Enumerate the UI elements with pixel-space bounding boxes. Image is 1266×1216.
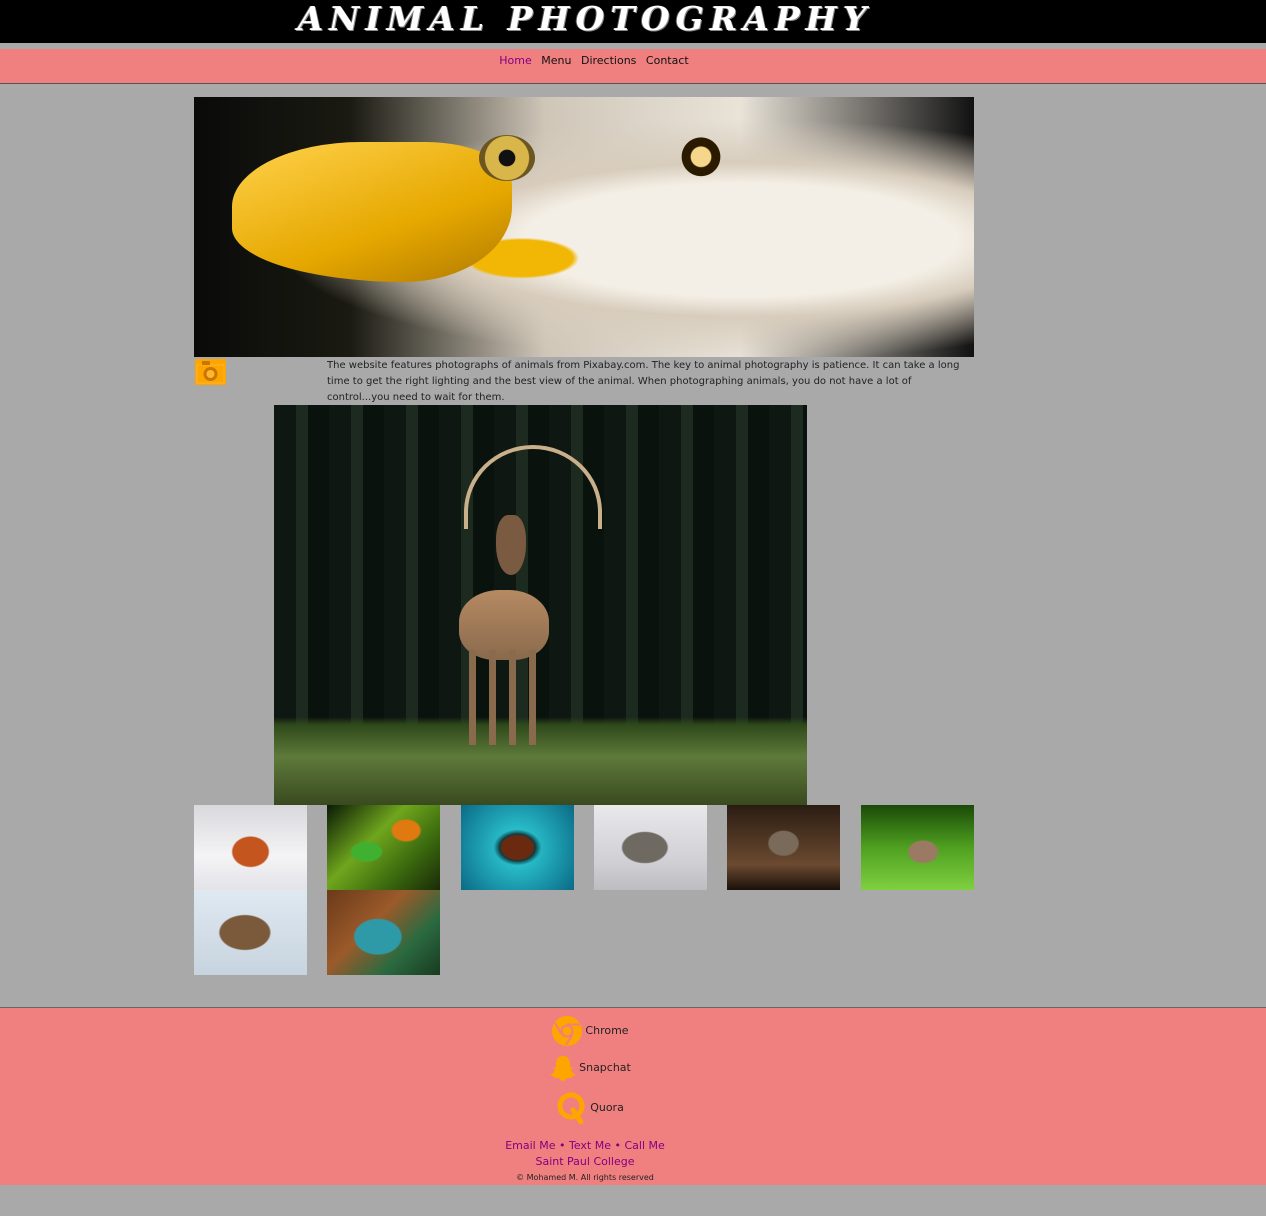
college-link[interactable]: Saint Paul College xyxy=(0,1155,1170,1168)
quora-icon xyxy=(557,1092,585,1124)
site-title: ANIMAL PHOTOGRAPHY xyxy=(297,0,873,38)
copyright-text: © Mohamed M. All rights reserved xyxy=(516,1173,654,1182)
thumbnail-hedgehog[interactable] xyxy=(594,805,707,890)
link-separator: • xyxy=(558,1139,566,1152)
nav-item-directions[interactable]: Directions xyxy=(581,54,636,67)
social-link-quora[interactable]: Quora xyxy=(0,1092,1180,1124)
nav-item-contact[interactable]: Contact xyxy=(646,54,689,67)
site-header: ANIMAL PHOTOGRAPHY xyxy=(0,0,1266,43)
link-separator: • xyxy=(614,1139,622,1152)
hero-image-eagle xyxy=(194,97,974,357)
camera-icon xyxy=(195,359,226,385)
snapchat-icon xyxy=(550,1056,577,1081)
intro-text: The website features photographs of anim… xyxy=(327,360,960,403)
deer-head xyxy=(496,515,526,575)
eagle-eye xyxy=(479,135,535,181)
contact-links: Email Me • Text Me • Call Me xyxy=(0,1139,1170,1152)
email-me-link[interactable]: Email Me xyxy=(505,1139,555,1152)
social-label-snapchat: Snapchat xyxy=(579,1061,631,1074)
site-footer: Chrome Snapchat Quora Email Me • Text Me… xyxy=(0,1007,1266,1185)
thumbnail-frog[interactable] xyxy=(327,805,440,890)
thumbnail-sea-turtle[interactable] xyxy=(461,805,574,890)
social-label-chrome: Chrome xyxy=(585,1024,629,1037)
call-me-link[interactable]: Call Me xyxy=(625,1139,665,1152)
thumbnail-fox[interactable] xyxy=(194,805,307,890)
eagle-beak xyxy=(232,142,512,282)
deer-antlers xyxy=(464,445,602,529)
text-me-link[interactable]: Text Me xyxy=(569,1139,611,1152)
thumbnail-rabbit[interactable] xyxy=(861,805,974,890)
chrome-icon xyxy=(552,1016,583,1046)
social-link-chrome[interactable]: Chrome xyxy=(0,1015,1180,1047)
social-label-quora: Quora xyxy=(590,1101,624,1114)
deer-legs xyxy=(469,650,539,745)
thumbnail-ram[interactable] xyxy=(194,890,307,975)
nav-item-home[interactable]: Home xyxy=(499,54,531,67)
nav-links: Home Menu Directions Contact xyxy=(0,54,1188,67)
featured-image-deer xyxy=(274,405,807,805)
nav-bar: Home Menu Directions Contact xyxy=(0,49,1266,84)
thumbnail-jumping-spider[interactable] xyxy=(727,805,840,890)
thumbnail-lizard[interactable] xyxy=(327,890,440,975)
nav-item-menu[interactable]: Menu xyxy=(541,54,571,67)
social-link-snapchat[interactable]: Snapchat xyxy=(0,1054,1180,1082)
